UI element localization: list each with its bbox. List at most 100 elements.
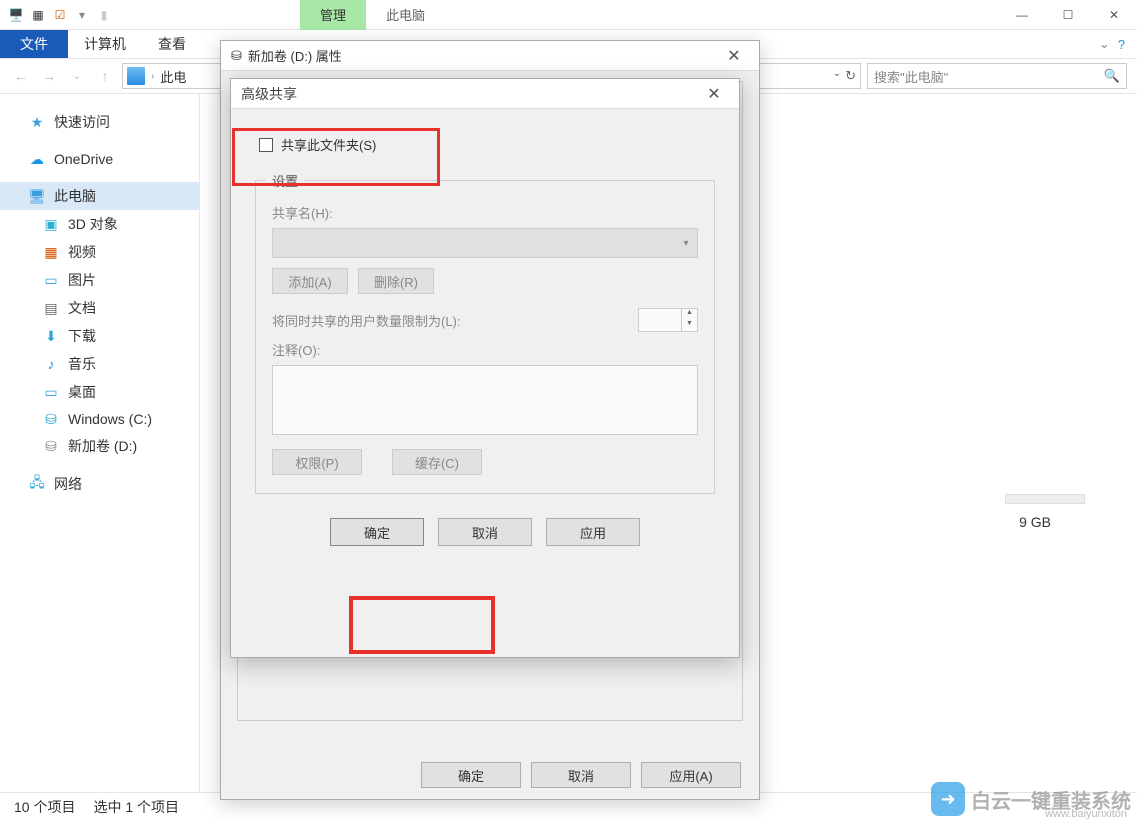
- drive-bar: [1005, 494, 1085, 504]
- nav-forward-icon[interactable]: →: [38, 65, 60, 87]
- cache-button[interactable]: 缓存(C): [392, 449, 482, 475]
- menu-view[interactable]: 查看: [142, 30, 202, 58]
- remove-button[interactable]: 删除(R): [358, 268, 434, 294]
- status-selected: 选中 1 个项目: [93, 797, 179, 817]
- props-button-row: 确定 取消 应用(A): [221, 751, 759, 799]
- tree-label: 网络: [54, 474, 82, 494]
- drive-icon: ⛁: [42, 410, 60, 428]
- tree-drive-d[interactable]: ⛁ 新加卷 (D:): [0, 432, 199, 460]
- tree-label: 3D 对象: [68, 214, 118, 234]
- tree-label: 音乐: [68, 354, 96, 374]
- tree-downloads[interactable]: ⬇ 下载: [0, 322, 199, 350]
- adv-title-text: 高级共享: [241, 84, 297, 104]
- tree-documents[interactable]: ▤ 文档: [0, 294, 199, 322]
- maximize-button[interactable]: ☐: [1045, 0, 1091, 30]
- search-icon[interactable]: 🔍: [1104, 68, 1120, 84]
- props-titlebar[interactable]: ⛁ 新加卷 (D:) 属性 ✕: [221, 41, 759, 71]
- nav-back-icon[interactable]: ←: [10, 65, 32, 87]
- props-close-icon[interactable]: ✕: [719, 46, 749, 66]
- qat-dropdown-icon[interactable]: ▾: [74, 7, 90, 23]
- settings-fieldset: 设置 共享名(H): ▾ 添加(A) 删除(R) 将同时共享的用户数量限制为(L…: [255, 180, 715, 494]
- comment-label: 注释(O):: [272, 340, 698, 359]
- add-button[interactable]: 添加(A): [272, 268, 348, 294]
- nav-recent-icon[interactable]: ⌄: [66, 65, 88, 87]
- music-icon: ♪: [42, 355, 60, 373]
- drive-size-text: 9 GB: [1019, 514, 1051, 530]
- tree-label: OneDrive: [54, 151, 113, 167]
- spinner-down-icon[interactable]: ▼: [682, 320, 697, 331]
- tree-label: 下载: [68, 326, 96, 346]
- share-name-combo[interactable]: ▾: [272, 228, 698, 258]
- ribbon-expand-icon[interactable]: ⌄: [1099, 36, 1110, 52]
- help-icon[interactable]: ?: [1118, 37, 1125, 52]
- adv-apply-button[interactable]: 应用: [546, 518, 640, 546]
- qat-sep: ▮: [96, 7, 112, 23]
- adv-cancel-button[interactable]: 取消: [438, 518, 532, 546]
- picture-icon: ▭: [42, 271, 60, 289]
- tree-label: 桌面: [68, 382, 96, 402]
- location-icon: [127, 67, 145, 85]
- watermark-url: www.baiyunxiton: [1045, 808, 1127, 820]
- tree-label: 此电脑: [54, 186, 96, 206]
- tree-videos[interactable]: ▦ 视频: [0, 238, 199, 266]
- tree-label: 文档: [68, 298, 96, 318]
- tree-label: 新加卷 (D:): [68, 436, 137, 456]
- pc-icon: 🖥: [28, 187, 46, 205]
- props-apply-button[interactable]: 应用(A): [641, 762, 741, 788]
- watermark-logo-icon: ➜: [931, 782, 965, 816]
- app-icon: 🖥️: [8, 7, 24, 23]
- ribbon-tab-manage[interactable]: 管理: [300, 0, 366, 30]
- breadcrumb-sep-icon: ›: [151, 71, 154, 82]
- tree-network[interactable]: 🖧 网络: [0, 470, 199, 498]
- adv-close-icon[interactable]: ✕: [699, 84, 729, 104]
- adv-titlebar[interactable]: 高级共享 ✕: [231, 79, 739, 109]
- minimize-button[interactable]: —: [999, 0, 1045, 30]
- adv-button-row: 确定 取消 应用: [255, 518, 715, 546]
- props-title-text: 新加卷 (D:) 属性: [248, 46, 342, 65]
- menu-file[interactable]: 文件: [0, 30, 68, 58]
- drive-small-icon: ⛁: [231, 48, 242, 64]
- tree-drive-c[interactable]: ⛁ Windows (C:): [0, 406, 199, 432]
- desktop-icon: ▭: [42, 383, 60, 401]
- share-folder-label: 共享此文件夹(S): [281, 135, 376, 154]
- refresh-icon[interactable]: ↻: [845, 68, 856, 84]
- address-dropdown-icon[interactable]: ⌄: [833, 68, 841, 84]
- ribbon-tab-thispc[interactable]: 此电脑: [366, 0, 445, 30]
- qat-btn-1[interactable]: ▦: [30, 7, 46, 23]
- settings-legend: 设置: [266, 171, 304, 190]
- drive-icon: ⛁: [42, 437, 60, 455]
- document-icon: ▤: [42, 299, 60, 317]
- title-bar: 🖥️ ▦ ☑ ▾ ▮ 管理 此电脑 — ☐ ✕: [0, 0, 1137, 30]
- tree-quick-access[interactable]: ★ 快速访问: [0, 108, 199, 136]
- tree-3d-objects[interactable]: ▣ 3D 对象: [0, 210, 199, 238]
- user-limit-label: 将同时共享的用户数量限制为(L):: [272, 311, 461, 330]
- nav-up-icon[interactable]: ↑: [94, 65, 116, 87]
- close-button[interactable]: ✕: [1091, 0, 1137, 30]
- tree-label: 快速访问: [54, 112, 110, 132]
- tree-desktop[interactable]: ▭ 桌面: [0, 378, 199, 406]
- tree-onedrive[interactable]: ☁ OneDrive: [0, 146, 199, 172]
- breadcrumb-location[interactable]: 此电: [160, 67, 186, 86]
- video-icon: ▦: [42, 243, 60, 261]
- tree-label: Windows (C:): [68, 411, 152, 427]
- adv-ok-button[interactable]: 确定: [330, 518, 424, 546]
- spinner-up-icon[interactable]: ▲: [682, 309, 697, 320]
- props-ok-button[interactable]: 确定: [421, 762, 521, 788]
- checkbox-icon[interactable]: [259, 138, 273, 152]
- tree-music[interactable]: ♪ 音乐: [0, 350, 199, 378]
- user-limit-spinner[interactable]: ▲ ▼: [638, 308, 698, 332]
- nav-tree: ★ 快速访问 ☁ OneDrive 🖥 此电脑 ▣ 3D 对象 ▦ 视频 ▭ 图…: [0, 94, 200, 792]
- star-icon: ★: [28, 113, 46, 131]
- search-box[interactable]: 搜索"此电脑" 🔍: [867, 63, 1127, 89]
- share-folder-checkbox-row[interactable]: 共享此文件夹(S): [255, 129, 715, 160]
- tree-this-pc[interactable]: 🖥 此电脑: [0, 182, 199, 210]
- menu-computer[interactable]: 计算机: [68, 30, 142, 58]
- props-cancel-button[interactable]: 取消: [531, 762, 631, 788]
- permissions-button[interactable]: 权限(P): [272, 449, 362, 475]
- quick-access-toolbar: 🖥️ ▦ ☑ ▾ ▮: [0, 7, 120, 23]
- window-controls: — ☐ ✕: [999, 0, 1137, 30]
- share-name-label: 共享名(H):: [272, 203, 698, 222]
- qat-btn-2[interactable]: ☑: [52, 7, 68, 23]
- tree-pictures[interactable]: ▭ 图片: [0, 266, 199, 294]
- comment-textarea[interactable]: [272, 365, 698, 435]
